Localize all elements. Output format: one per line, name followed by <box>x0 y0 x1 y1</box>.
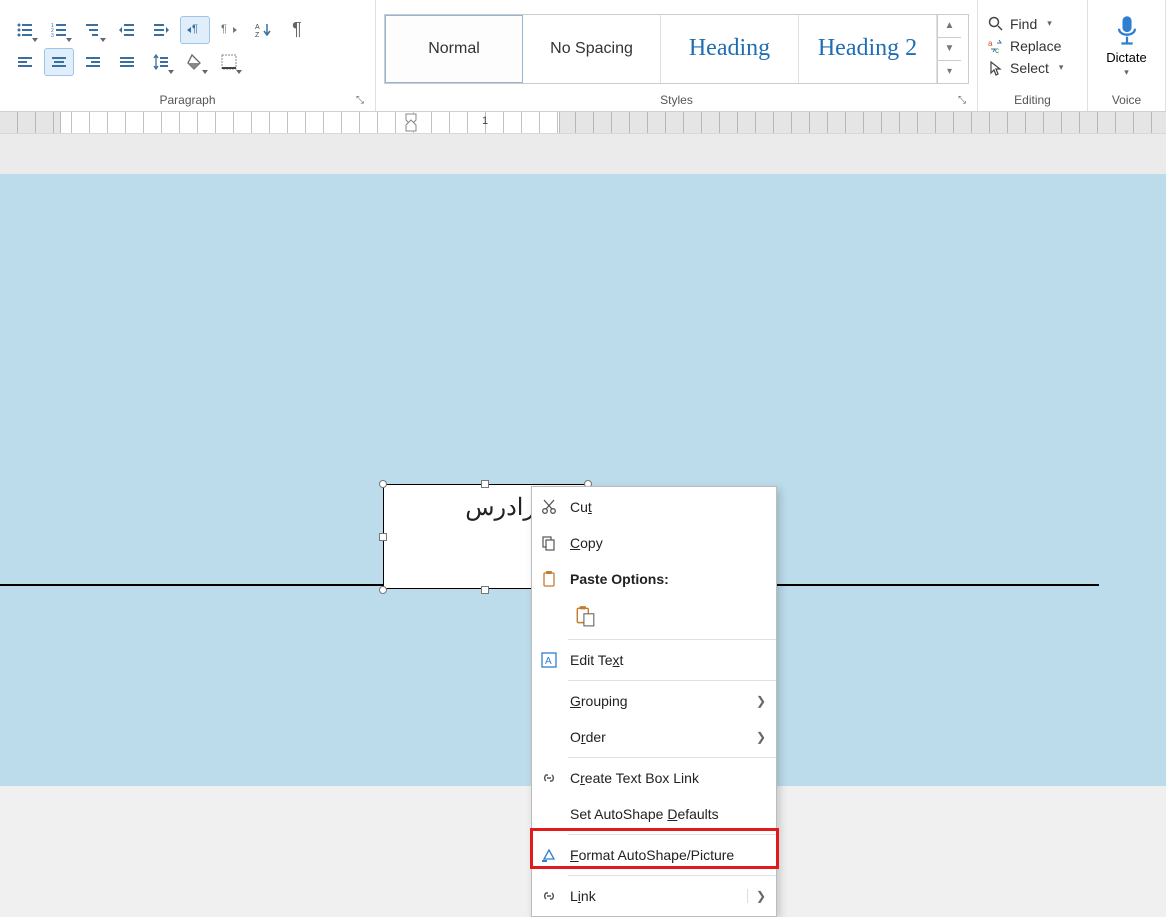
context-menu-paste-options-label: Paste Options: <box>532 561 776 597</box>
context-menu-link[interactable]: Link ❯ <box>532 878 776 914</box>
select-button[interactable]: Select▾ <box>988 60 1077 76</box>
dictate-button[interactable]: Dictate ▾ <box>1092 10 1161 82</box>
edit-text-icon: A <box>538 651 560 669</box>
document-workspace: له فرادرس Cut Copy Paste Options: A Edit… <box>0 134 1166 786</box>
format-shape-icon <box>538 846 560 864</box>
align-center-button[interactable] <box>44 48 74 76</box>
search-icon <box>988 16 1004 32</box>
cursor-icon <box>988 60 1004 76</box>
hyperlink-icon <box>538 887 560 905</box>
context-menu-format-autoshape[interactable]: Format AutoShape/Picture <box>532 837 776 873</box>
context-menu: Cut Copy Paste Options: A Edit Text Grou… <box>531 486 777 917</box>
context-menu-edit-text[interactable]: A Edit Text <box>532 642 776 678</box>
editing-group-label: Editing <box>982 91 1083 111</box>
shading-button[interactable] <box>180 48 210 76</box>
selection-handle[interactable] <box>481 586 489 594</box>
paste-icon <box>574 605 596 627</box>
ribbon: 123 ¶ ¶ AZ ¶ <box>0 0 1166 112</box>
decrease-indent-button[interactable] <box>112 16 142 44</box>
rtl-direction-button[interactable]: ¶ <box>214 16 244 44</box>
multilevel-list-button[interactable] <box>78 16 108 44</box>
voice-group: Dictate ▾ Voice <box>1088 0 1166 111</box>
paragraph-group-label: Paragraph ⤡ <box>4 91 371 111</box>
svg-text:c: c <box>995 46 999 54</box>
style-heading1[interactable]: Heading <box>661 15 799 83</box>
svg-text:Z: Z <box>255 32 260 39</box>
hanging-indent-marker[interactable] <box>404 113 418 133</box>
increase-indent-button[interactable] <box>146 16 176 44</box>
context-menu-set-autoshape-defaults[interactable]: Set AutoShape Defaults <box>532 796 776 832</box>
svg-text:A: A <box>545 656 552 667</box>
replace-icon: ac <box>988 38 1004 54</box>
paste-keep-source-button[interactable] <box>570 601 600 631</box>
clipboard-icon <box>538 570 560 588</box>
line-spacing-button[interactable] <box>146 48 176 76</box>
styles-scroll-down[interactable]: ▼ <box>938 37 961 60</box>
styles-gallery: Normal No Spacing Heading Heading 2 ▲ ▼ … <box>384 14 969 84</box>
context-menu-order[interactable]: Order ❯ <box>532 719 776 755</box>
svg-text:a: a <box>988 39 993 48</box>
styles-dialog-launcher[interactable]: ⤡ <box>955 93 969 107</box>
sort-button[interactable]: AZ <box>248 16 278 44</box>
selection-handle[interactable] <box>379 533 387 541</box>
selection-handle[interactable] <box>481 480 489 488</box>
copy-icon <box>538 534 560 552</box>
style-no-spacing[interactable]: No Spacing <box>523 15 661 83</box>
svg-text:A: A <box>255 24 260 31</box>
editing-group: Find▾ ac Replace Select▾ Editing <box>978 0 1088 111</box>
styles-group-label: Styles ⤡ <box>380 91 973 111</box>
numbering-button[interactable]: 123 <box>44 16 74 44</box>
styles-expand[interactable]: ▾ <box>938 60 961 83</box>
context-menu-copy[interactable]: Copy <box>532 525 776 561</box>
svg-text:¶: ¶ <box>192 23 198 35</box>
align-left-button[interactable] <box>10 48 40 76</box>
context-menu-cut[interactable]: Cut <box>532 489 776 525</box>
selection-handle[interactable] <box>379 480 387 488</box>
justify-button[interactable] <box>112 48 142 76</box>
svg-text:3: 3 <box>51 33 54 39</box>
borders-button[interactable] <box>214 48 244 76</box>
voice-group-label: Voice <box>1092 91 1161 111</box>
ltr-direction-button[interactable]: ¶ <box>180 16 210 44</box>
replace-button[interactable]: ac Replace <box>988 38 1077 54</box>
find-button[interactable]: Find▾ <box>988 16 1077 32</box>
paragraph-group: 123 ¶ ¶ AZ ¶ <box>0 0 376 111</box>
selection-handle[interactable] <box>379 586 387 594</box>
styles-scroll-up[interactable]: ▲ <box>938 15 961 37</box>
context-menu-create-textbox-link[interactable]: Create Text Box Link <box>532 760 776 796</box>
paragraph-dialog-launcher[interactable]: ⤡ <box>353 93 367 107</box>
link-icon <box>538 769 560 787</box>
styles-group: Normal No Spacing Heading Heading 2 ▲ ▼ … <box>376 0 978 111</box>
styles-more[interactable]: ▲ ▼ ▾ <box>937 15 961 83</box>
ruler-number: 1 <box>482 115 488 127</box>
bullets-button[interactable] <box>10 16 40 44</box>
show-hide-pilcrow-button[interactable]: ¶ <box>282 16 312 44</box>
microphone-icon <box>1113 14 1141 48</box>
svg-text:¶: ¶ <box>221 23 227 35</box>
style-heading2[interactable]: Heading 2 <box>799 15 937 83</box>
align-right-button[interactable] <box>78 48 108 76</box>
style-normal[interactable]: Normal <box>385 15 523 83</box>
scissors-icon <box>538 498 560 516</box>
horizontal-ruler[interactable]: 1 <box>0 112 1166 134</box>
context-menu-grouping[interactable]: Grouping ❯ <box>532 683 776 719</box>
